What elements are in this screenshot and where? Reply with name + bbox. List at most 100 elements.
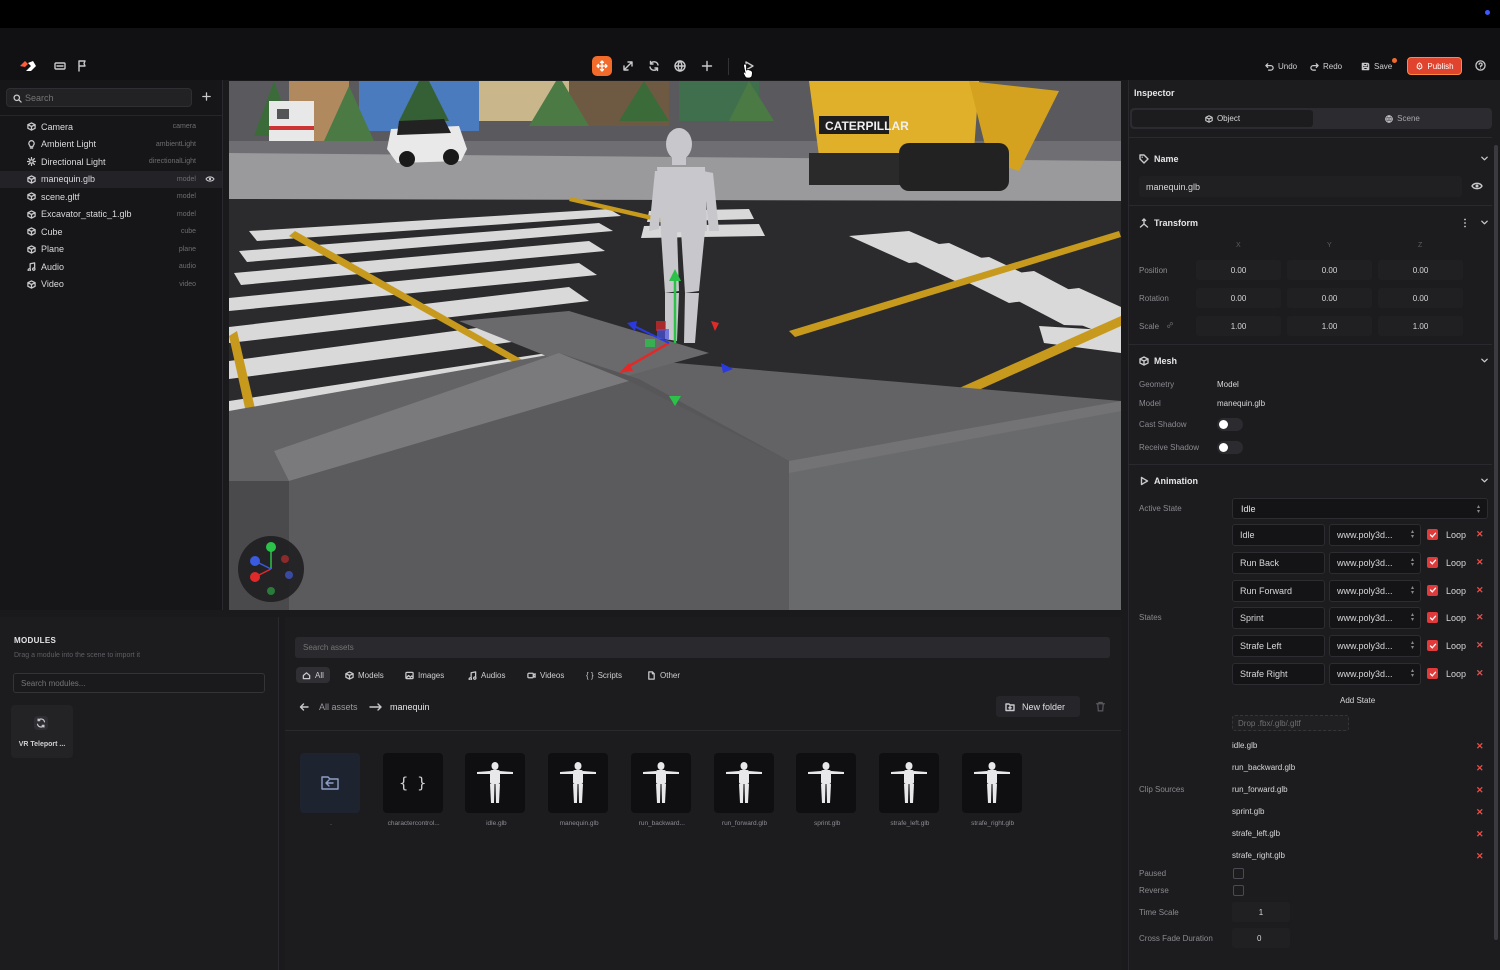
hierarchy-search[interactable]: [6, 88, 192, 107]
app-logo[interactable]: [19, 60, 37, 72]
back-button[interactable]: [296, 699, 312, 715]
receive-shadow-toggle[interactable]: [1217, 441, 1243, 454]
animation-section-header[interactable]: Animation: [1139, 476, 1198, 486]
scene-render[interactable]: CATERPILLAR: [229, 81, 1121, 610]
loop-checkbox[interactable]: [1427, 640, 1438, 652]
hierarchy-item[interactable]: manequin.glb model: [0, 170, 222, 188]
state-source-select[interactable]: www.poly3d... ▴ ▾: [1329, 551, 1421, 574]
hierarchy-item[interactable]: Cube cube: [0, 223, 222, 240]
trash-icon[interactable]: [1095, 701, 1106, 712]
filter-images[interactable]: Images: [399, 667, 450, 683]
chevron-down-icon[interactable]: [1480, 218, 1489, 227]
hierarchy-item[interactable]: Video video: [0, 276, 222, 293]
remove-state-button[interactable]: ✕: [1476, 640, 1484, 651]
eye-icon[interactable]: [205, 175, 215, 183]
eye-icon[interactable]: [1471, 181, 1483, 191]
more-vertical-icon[interactable]: [1462, 218, 1468, 228]
hierarchy-item[interactable]: Audio audio: [0, 258, 222, 275]
asset-item[interactable]: strafe_left.glb: [878, 753, 941, 833]
asset-item[interactable]: { } charactercontrol...: [382, 753, 445, 833]
state-source-select[interactable]: www.poly3d... ▴ ▾: [1329, 607, 1421, 630]
remove-clip-button[interactable]: ✕: [1476, 741, 1484, 752]
remove-state-button[interactable]: ✕: [1476, 529, 1484, 540]
breadcrumb-root[interactable]: All assets: [319, 702, 358, 712]
assets-search[interactable]: [295, 637, 1110, 658]
transform-value-input[interactable]: 0.00: [1287, 288, 1372, 308]
hierarchy-item[interactable]: Directional Light directionalLight: [0, 153, 222, 170]
active-state-select[interactable]: Idle ▴ ▾: [1232, 498, 1488, 519]
paused-checkbox[interactable]: [1233, 868, 1244, 879]
chevron-down-icon[interactable]: [1480, 476, 1489, 485]
loop-checkbox[interactable]: [1427, 529, 1438, 540]
hierarchy-item[interactable]: Excavator_static_1.glb model: [0, 206, 222, 223]
transform-value-input[interactable]: 0.00: [1196, 288, 1281, 308]
filter-models[interactable]: Models: [339, 667, 390, 683]
state-name-input[interactable]: Idle: [1232, 524, 1325, 546]
remove-clip-button[interactable]: ✕: [1476, 763, 1484, 774]
asset-item[interactable]: idle.glb: [465, 753, 527, 833]
loop-checkbox[interactable]: [1427, 556, 1438, 568]
module-card-vr-teleport[interactable]: VR Teleport ...: [11, 705, 73, 758]
assets-search-input[interactable]: [303, 641, 1093, 654]
save-button[interactable]: Save: [1361, 57, 1392, 75]
asset-item[interactable]: .: [300, 753, 362, 833]
remove-clip-button[interactable]: ✕: [1476, 829, 1484, 840]
chevron-down-icon[interactable]: [1480, 356, 1489, 365]
remove-clip-button[interactable]: ✕: [1476, 807, 1484, 818]
loop-checkbox[interactable]: [1427, 584, 1438, 596]
hierarchy-search-input[interactable]: [25, 91, 185, 105]
loop-checkbox[interactable]: [1427, 612, 1438, 624]
state-source-select[interactable]: www.poly3d... ▴ ▾: [1329, 579, 1421, 602]
link-icon[interactable]: [1166, 321, 1174, 329]
inspector-scrollbar[interactable]: [1494, 145, 1498, 940]
filter-audios[interactable]: Audios: [462, 667, 511, 683]
undo-button[interactable]: Undo: [1265, 57, 1297, 75]
move-tool-button[interactable]: [592, 56, 612, 76]
hierarchy-item[interactable]: Ambient Light ambientLight: [0, 136, 222, 153]
transform-value-input[interactable]: 0.00: [1378, 260, 1463, 280]
transform-section-header[interactable]: Transform: [1139, 218, 1198, 228]
state-name-input[interactable]: Run Forward: [1232, 579, 1325, 602]
transform-value-input[interactable]: 0.00: [1196, 260, 1281, 280]
filter-scripts[interactable]: { } Scripts: [580, 667, 628, 683]
state-name-input[interactable]: Strafe Left: [1232, 635, 1325, 658]
filter-other[interactable]: Other: [641, 667, 686, 683]
scene-viewport[interactable]: CATERPILLAR: [229, 81, 1121, 610]
asset-item[interactable]: run_backward...: [630, 753, 693, 833]
state-source-select[interactable]: www.poly3d... ▴ ▾: [1329, 635, 1421, 658]
hierarchy-item[interactable]: Camera camera: [0, 118, 222, 135]
remove-state-button[interactable]: ✕: [1476, 612, 1484, 623]
cross-fade-input[interactable]: 0: [1232, 928, 1290, 948]
mesh-section-header[interactable]: Mesh: [1139, 356, 1177, 366]
time-scale-input[interactable]: 1: [1232, 902, 1290, 922]
remove-clip-button[interactable]: ✕: [1476, 785, 1484, 796]
chevron-down-icon[interactable]: [1480, 154, 1489, 163]
globe-icon[interactable]: [670, 56, 690, 76]
remove-state-button[interactable]: ✕: [1476, 668, 1484, 679]
asset-item[interactable]: sprint.glb: [796, 753, 858, 833]
transform-value-input[interactable]: 1.00: [1378, 316, 1463, 336]
asset-item[interactable]: strafe_right.glb: [961, 753, 1024, 833]
state-source-select[interactable]: www.poly3d... ▴ ▾: [1329, 663, 1421, 685]
modules-search-input[interactable]: [21, 677, 251, 690]
scale-tool-button[interactable]: [618, 56, 638, 76]
state-source-select[interactable]: www.poly3d... ▴ ▾: [1329, 524, 1421, 546]
clip-drop-zone[interactable]: Drop .fbx/.glb/.gltf: [1232, 715, 1349, 731]
asset-item[interactable]: run_forward.glb: [713, 753, 776, 833]
hierarchy-item[interactable]: scene.gltf model: [0, 188, 222, 205]
remove-state-button[interactable]: ✕: [1476, 557, 1484, 568]
add-object-button[interactable]: [697, 56, 717, 76]
state-name-input[interactable]: Strafe Right: [1232, 663, 1325, 685]
add-entity-button[interactable]: [201, 91, 212, 102]
remove-clip-button[interactable]: ✕: [1476, 851, 1484, 862]
rotate-tool-button[interactable]: [644, 56, 664, 76]
tab-object[interactable]: Object: [1132, 110, 1313, 127]
help-icon[interactable]: [1475, 60, 1486, 71]
loop-checkbox[interactable]: [1427, 668, 1438, 679]
tab-scene[interactable]: Scene: [1314, 110, 1491, 127]
reverse-checkbox[interactable]: [1233, 885, 1244, 896]
state-name-input[interactable]: Sprint: [1232, 607, 1325, 630]
new-folder-button[interactable]: New folder: [996, 696, 1080, 717]
modules-search[interactable]: [13, 673, 265, 693]
transform-value-input[interactable]: 0.00: [1378, 288, 1463, 308]
